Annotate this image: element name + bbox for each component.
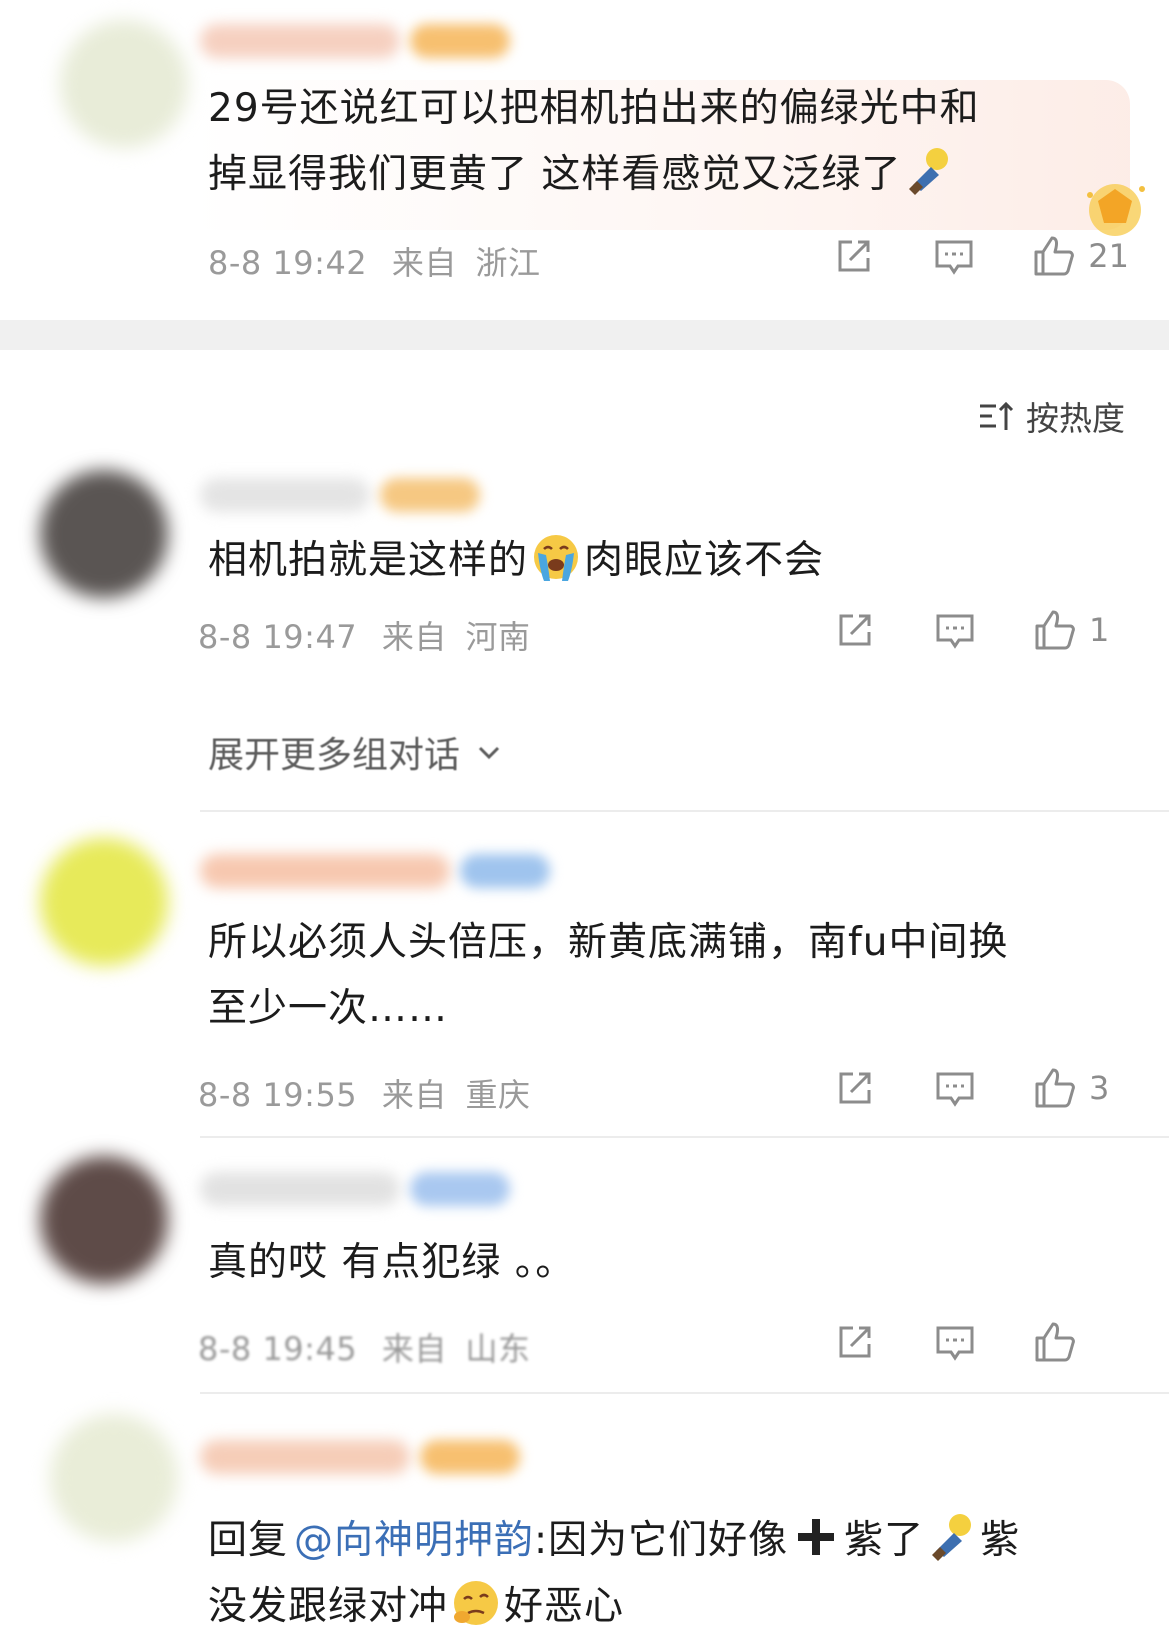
sort-label: 按热度 (1026, 399, 1125, 438)
comment-location: 山东 (465, 1330, 531, 1368)
sort-icon (980, 401, 1014, 430)
thumbs-up-icon[interactable] (1033, 608, 1077, 652)
comment-text-fragment: 好恶心 (504, 1584, 625, 1629)
comment-icon[interactable] (933, 608, 977, 652)
comment-meta: 8-8 19:47 来自 河南 (198, 612, 531, 658)
thumbs-up-icon[interactable] (1033, 1320, 1077, 1364)
comment-actions: 1 (833, 608, 1129, 652)
chevron-down-icon (478, 746, 500, 760)
comment-date: 8-8 19:42 (208, 244, 368, 282)
thinking-face-emoji-icon (450, 1577, 502, 1629)
comment-location: 重庆 (465, 1076, 531, 1114)
username-blurred[interactable] (200, 854, 450, 888)
comment-text-line: 掉显得我们更黄了 这样看感觉又泛绿了 (208, 142, 1079, 208)
share-icon[interactable] (833, 1066, 877, 1110)
comment-text-line: 29号还说红可以把相机拍出来的偏绿光中和 (208, 86, 980, 131)
avatar[interactable] (40, 838, 168, 966)
user-badge-blurred (460, 854, 550, 888)
comment-text-line: 所以必须人头倍压，新黄底满铺，南fu中间换 (208, 920, 1009, 965)
comment-meta: 8-8 19:45 来自 山东 (198, 1324, 531, 1370)
comment-location: 浙江 (475, 244, 541, 282)
avatar[interactable] (60, 20, 188, 148)
comment-text: 真的哎 有点犯绿 。。 (208, 1230, 1079, 1296)
username-blurred[interactable] (200, 1440, 410, 1474)
thumbs-up-icon[interactable] (1033, 1066, 1077, 1110)
like-count: 3 (1089, 1069, 1110, 1107)
comment-from: 来自 (381, 1076, 447, 1114)
avatar[interactable] (40, 1156, 168, 1284)
comment-date: 8-8 19:47 (198, 618, 358, 656)
username-blurred[interactable] (200, 1172, 400, 1206)
comment-text-fragment: 相机拍就是这样的 (208, 538, 529, 583)
comment-text-fragment: 紫了 (844, 1518, 925, 1563)
comment-from: 来自 (381, 1330, 447, 1368)
user-badge-blurred (420, 1440, 520, 1474)
comment-date: 8-8 19:55 (198, 1076, 358, 1114)
comment-text: 相机拍就是这样的 肉眼应该不会 (208, 528, 1079, 594)
comment-text-fragment: 掉显得我们更黄了 这样看感觉又泛绿了 (208, 152, 902, 197)
comment-text-line: 至少一次…… (208, 986, 449, 1031)
share-icon[interactable] (832, 234, 876, 278)
comment-date: 8-8 19:45 (198, 1330, 358, 1368)
comment-text-fragment: :因为它们好像 (534, 1518, 789, 1563)
comment-5: 回复 @向神明押韵:因为它们好像 紫了 紫 没发跟绿对冲 好恶心 (0, 1400, 1169, 1651)
username-blurred[interactable] (200, 24, 400, 58)
reply-prefix: 回复 (208, 1518, 289, 1563)
comment-from: 来自 (381, 618, 447, 656)
comment-divider (200, 1392, 1169, 1394)
sort-toggle[interactable]: 按热度 (976, 392, 1125, 440)
username-blurred[interactable] (200, 478, 370, 512)
comment-text: 29号还说红可以把相机拍出来的偏绿光中和 掉显得我们更黄了 这样看感觉又泛绿了 (208, 76, 1079, 208)
user-badge-blurred (380, 478, 480, 512)
comment-4: 真的哎 有点犯绿 。。 8-8 19:45 来自 山东 (0, 1150, 1169, 1390)
comment-1: 29号还说红可以把相机拍出来的偏绿光中和 掉显得我们更黄了 这样看感觉又泛绿了 … (0, 0, 1169, 320)
share-icon[interactable] (833, 608, 877, 652)
comment-divider (200, 1136, 1169, 1138)
comment-actions: 3 (833, 1066, 1129, 1110)
crying-face-emoji-icon (530, 531, 582, 583)
comment-text-fragment: 肉眼应该不会 (584, 538, 825, 583)
comment-3: 所以必须人头倍压，新黄底满铺，南fu中间换 至少一次…… 8-8 19:55 来… (0, 820, 1169, 1130)
comment-text: 所以必须人头倍压，新黄底满铺，南fu中间换 至少一次…… (208, 910, 1079, 1042)
like-count: 21 (1088, 237, 1129, 275)
comment-icon[interactable] (933, 1320, 977, 1364)
comment-text-line: 真的哎 有点犯绿 。。 (208, 1240, 576, 1285)
expand-label: 展开更多组对话 (208, 735, 461, 776)
mention-link[interactable]: @向神明押韵 (294, 1518, 534, 1563)
plus-icon (790, 1511, 842, 1563)
user-badge-blurred (410, 1172, 510, 1206)
expand-conversation-button[interactable]: 展开更多组对话 (208, 726, 504, 778)
comment-icon[interactable] (933, 1066, 977, 1110)
comment-meta: 8-8 19:55 来自 重庆 (198, 1070, 531, 1116)
share-icon[interactable] (833, 1320, 877, 1364)
doge-emoji-icon (926, 1511, 978, 1563)
comment-2: 相机拍就是这样的 肉眼应该不会 8-8 19:47 来自 河南 1 (0, 460, 1169, 780)
doge-emoji-icon (903, 145, 955, 197)
like-count: 1 (1089, 611, 1110, 649)
comment-text-line: 回复 @向神明押韵:因为它们好像 紫了 紫 (208, 1508, 1129, 1574)
comment-location: 河南 (465, 618, 531, 656)
thumbs-up-icon[interactable] (1032, 234, 1076, 278)
comment-icon[interactable] (932, 234, 976, 278)
avatar[interactable] (50, 1414, 178, 1542)
comment-text: 回复 @向神明押韵:因为它们好像 紫了 紫 没发跟绿对冲 好恶心 (208, 1508, 1129, 1640)
comment-divider (200, 810, 1169, 812)
comment-text-fragment: 没发跟绿对冲 (208, 1584, 449, 1629)
section-divider (0, 320, 1169, 350)
comment-actions: 21 (832, 234, 1129, 278)
comment-text-line: 没发跟绿对冲 好恶心 (208, 1574, 1129, 1640)
comment-from: 来自 (391, 244, 457, 282)
comment-text-fragment: 紫 (980, 1518, 1021, 1563)
comment-meta: 8-8 19:42 来自 浙江 (208, 238, 541, 284)
comment-actions (833, 1320, 1129, 1364)
avatar[interactable] (40, 470, 168, 598)
user-badge-blurred (410, 24, 510, 58)
